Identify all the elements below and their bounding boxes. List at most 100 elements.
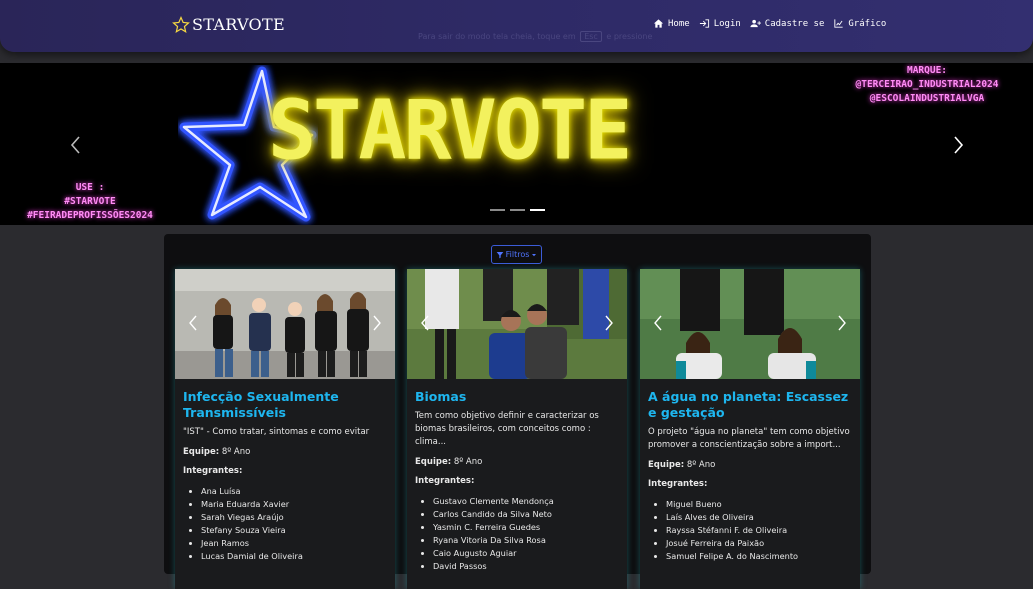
project-description: Tem como objetivo definir e caracterizar… [415,411,599,447]
carousel-prev-button[interactable] [66,133,86,157]
nav-chart-label: Gráfico [848,18,887,29]
fullscreen-hint: Para sair do modo tela cheia, toque em E… [418,31,652,42]
caret-down-icon [532,253,537,256]
filter-label: Filtros [505,250,530,259]
chevron-left-icon [189,315,197,331]
project-team: Equipe: 8º Ano [648,460,852,470]
banner-mention-line: MARQUE: [906,65,948,76]
photo-next-button[interactable] [836,314,848,332]
members-heading: Integrantes: [415,476,475,486]
project-title[interactable]: Infecção Sexualmente Transmissíveis [183,389,387,421]
member-item: Caio Augusto Aguiar [433,547,627,560]
members-list: Ana Luísa Maria Eduarda Xavier Sarah Vie… [175,485,395,563]
esc-key: Esc [580,31,602,42]
member-item: Sarah Viegas Araújo [201,511,395,524]
members-list: Miguel Bueno Laís Alves de Oliveira Rays… [640,498,860,563]
project-card: Infecção Sexualmente Transmissíveis "IST… [175,269,395,589]
project-photo [407,269,627,379]
nav-home[interactable]: Home [653,18,690,29]
chevron-right-icon [373,315,381,331]
member-item: Stefany Souza Vieira [201,524,395,537]
chevron-right-icon [605,315,613,331]
nav-login-label: Login [713,18,741,29]
project-card: A água no planeta: Escassez e gestação O… [640,269,860,589]
nav-login[interactable]: Login [699,18,741,29]
member-item: Rayssa Stéfanni F. de Oliveira [666,524,860,537]
home-icon [653,19,664,28]
photo-prev-button[interactable] [652,314,664,332]
carousel-next-button[interactable] [948,133,968,157]
nav-chart[interactable]: Gráfico [833,18,886,29]
login-icon [699,19,709,28]
member-item: Miguel Bueno [666,498,860,511]
project-photo [175,269,395,379]
banner-hashtag-line: #FEIRADEPROFISSÕES2024 [27,210,153,221]
member-item: Jean Ramos [201,537,395,550]
group-photo-image [407,269,627,379]
member-item: Josué Ferreira da Paixão [666,537,860,550]
banner-carousel: STARVOTE USE : #STARVOTE #FEIRADEPROFISS… [0,63,1033,225]
team-label: Equipe: [648,460,685,470]
member-item: Samuel Felipe A. do Nascimento [666,550,860,563]
banner-mention-line: @ESCOLAINDUSTRIALVGA [869,93,985,104]
carousel-indicator-active[interactable] [530,209,545,211]
banner-hashtag-line: #STARVOTE [64,196,116,207]
photo-next-button[interactable] [371,314,383,332]
project-description: O projeto "água no planeta" tem como obj… [648,427,850,450]
member-item: Maria Eduarda Xavier [201,498,395,511]
carousel-indicator[interactable] [510,209,525,211]
chevron-left-icon [421,315,429,331]
chevron-left-icon [654,315,662,331]
user-plus-icon [750,19,761,28]
banner-headline: STARVOTE [268,83,632,178]
photo-prev-button[interactable] [187,314,199,332]
fullscreen-hint-before: Para sair do modo tela cheia, toque em [418,32,576,41]
group-photo-image [640,269,860,379]
team-value: 8º Ano [686,460,716,470]
project-title[interactable]: Biomas [415,389,619,405]
nav-register-label: Cadastre se [764,18,825,29]
star-icon [172,15,190,33]
navbar: STARVOTE Para sair do modo tela cheia, t… [0,0,1033,52]
members-list: Gustavo Clemente Mendonça Carlos Candido… [407,495,627,573]
nav-links: Home Login Cadastre se Gráfico [653,18,886,29]
fullscreen-hint-after: e pressione [606,32,653,41]
project-description: "IST" - Como tratar, sintomas e como evi… [183,427,370,437]
banner-mention-line: @TERCEIRAO_INDUSTRIAL2024 [855,79,999,90]
filter-dropdown-button[interactable]: Filtros [491,245,542,264]
chevron-right-icon [954,136,964,154]
photo-prev-button[interactable] [419,314,431,332]
team-value: 8º Ano [221,447,251,457]
project-team: Equipe: 8º Ano [183,447,387,457]
chevron-left-icon [70,136,80,154]
member-item: Ana Luísa [201,485,395,498]
nav-register[interactable]: Cadastre se [750,18,825,29]
team-label: Equipe: [183,447,220,457]
project-photo [640,269,860,379]
banner-hashtags: USE : #STARVOTE #FEIRADEPROFISSÕES2024 [5,181,175,223]
member-item: Laís Alves de Oliveira [666,511,860,524]
member-item: Lucas Damial de Oliveira [201,550,395,563]
project-card: Biomas Tem como objetivo definir e carac… [407,269,627,589]
project-team: Equipe: 8º Ano [415,457,619,467]
filter-icon [496,251,503,258]
carousel-indicators [490,209,545,211]
members-heading: Integrantes: [183,466,243,476]
member-item: Yasmin C. Ferreira Guedes [433,521,627,534]
banner-mentions: MARQUE: @TERCEIRAO_INDUSTRIAL2024 @ESCOL… [827,64,1027,106]
chart-icon [834,19,844,28]
member-item: Gustavo Clemente Mendonça [433,495,627,508]
team-value: 8º Ano [453,457,483,467]
brand-name: STARVOTE [192,15,285,34]
nav-home-label: Home [668,18,690,29]
brand-logo[interactable]: STARVOTE [172,15,285,34]
member-item: Ryana Vitoria Da Silva Rosa [433,534,627,547]
photo-next-button[interactable] [603,314,615,332]
project-title[interactable]: A água no planeta: Escassez e gestação [648,389,852,421]
member-item: Carlos Candido da Silva Neto [433,508,627,521]
carousel-indicator[interactable] [490,209,505,211]
chevron-right-icon [838,315,846,331]
group-photo-image [175,269,395,379]
team-label: Equipe: [415,457,452,467]
projects-panel: Filtros Infecção Sexualmente Transmissív… [164,234,871,589]
